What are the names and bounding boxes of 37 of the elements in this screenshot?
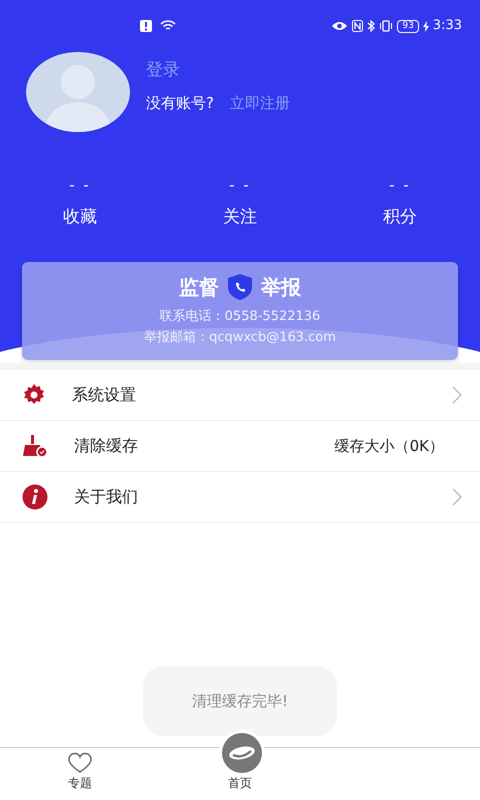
menu-label: 清除缓存 [74, 435, 138, 457]
charging-icon [422, 20, 429, 32]
stat-label[interactable]: 收藏 [62, 204, 97, 230]
menu-item[interactable]: 清除缓存 缓存大小（0K） [0, 421, 480, 472]
battery-indicator: 93 [397, 20, 419, 32]
menu-item[interactable]: 关于我们 [0, 472, 480, 523]
phone-text: 联系电话：0558-5522136 [158, 308, 322, 326]
stat-label[interactable]: 关注 [222, 204, 257, 230]
card-title: 监督 [179, 274, 219, 301]
stat-value: - - [69, 175, 91, 196]
chevron-right-icon [452, 488, 462, 506]
cache-size-text: 缓存大小（0K） [334, 436, 444, 457]
menu-item[interactable]: 系统设置 [0, 370, 480, 421]
tab[interactable]: 首页 [160, 748, 320, 800]
vibrate-icon [379, 20, 394, 32]
stat-label[interactable]: 积分 [382, 204, 417, 230]
tab[interactable]: 专题 [0, 748, 160, 800]
eye-icon [331, 21, 348, 31]
card-title: 举报 [261, 274, 301, 301]
wifi-icon [160, 20, 176, 32]
menu-label: 系统设置 [72, 384, 136, 406]
notification-icon [140, 20, 152, 32]
info-icon [22, 484, 48, 510]
stat-value: - - [389, 175, 411, 196]
menu-label: 关于我们 [74, 486, 138, 508]
clock-time: 3:33 [432, 17, 462, 36]
broom-icon [22, 434, 48, 458]
nfc-icon [352, 20, 364, 32]
chevron-right-icon [452, 386, 462, 404]
heart-icon [67, 752, 93, 774]
email-text: 举报邮箱：qcqwxcb@163.com [143, 329, 337, 347]
stat-value: - - [229, 175, 251, 196]
no-account-text: 没有账号? [146, 92, 214, 114]
toast-message: 清理缓存完毕! [143, 666, 337, 736]
bluetooth-icon [367, 20, 376, 32]
app-logo-icon[interactable] [222, 733, 262, 773]
shield-phone-icon [227, 273, 253, 301]
